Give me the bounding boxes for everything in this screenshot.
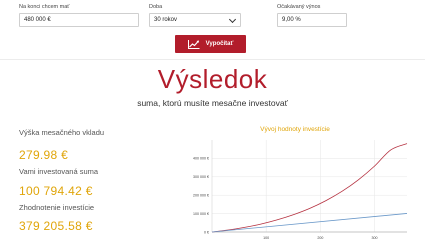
y-tick-label: 200 000 €: [193, 194, 209, 198]
x-tick-label: 200: [317, 236, 323, 240]
chart-trend-icon: [187, 40, 200, 49]
invested-amount-value: 100 794.42 €: [19, 184, 93, 198]
period-select[interactable]: 30 rokov: [149, 13, 241, 27]
series-line-1: [211, 213, 408, 233]
y-tick-label: 400 000 €: [193, 157, 209, 161]
period-field-group: Doba 30 rokov: [149, 4, 241, 27]
investment-growth-chart: Vývoj hodnoty investície 0 €100 000 €200…: [170, 120, 420, 245]
investment-gain-label: Zhodnotenie investície: [19, 203, 95, 212]
results-subtitle: suma, ktorú musíte mesačne investovať: [137, 98, 288, 108]
chevron-down-icon: [228, 15, 237, 24]
target-amount-label: Na konci chcem mať: [19, 4, 70, 10]
monthly-deposit-value: 279.98 €: [19, 148, 69, 162]
period-select-value: 30 rokov: [154, 17, 178, 23]
x-tick-label: 100: [263, 236, 269, 240]
y-tick-label: 300 000 €: [193, 175, 209, 179]
expected-return-label: Očakávaný výnos: [277, 4, 321, 10]
y-tick-label: 100 000 €: [193, 212, 209, 216]
target-amount-input[interactable]: 480 000 €: [19, 13, 139, 27]
monthly-deposit-label: Výška mesačného vkladu: [19, 128, 105, 137]
calculate-button[interactable]: Vypočítať: [175, 35, 246, 53]
calculator-form: Na konci chcem mať 480 000 € Doba 30 rok…: [0, 0, 425, 58]
return-field-group: Očakávaný výnos 9,00 %: [277, 4, 347, 27]
calculate-button-label: Vypočítať: [205, 41, 234, 47]
investment-gain-value: 379 205.58 €: [19, 219, 93, 233]
series-line-0: [211, 143, 408, 233]
chart-plot: 0 € 100 000 € 200 000 € 300 000 € 400 000 € 1…: [193, 140, 408, 240]
invested-amount-label: Vami investovaná suma: [19, 167, 99, 176]
period-label: Doba: [149, 4, 163, 10]
target-amount-field-group: Na konci chcem mať 480 000 €: [19, 4, 139, 27]
x-tick-label: 300: [372, 236, 378, 240]
section-divider: [0, 59, 425, 60]
results-title: Výsledok: [157, 64, 268, 94]
y-tick-label: 0 €: [204, 230, 209, 234]
expected-return-input[interactable]: 9,00 %: [277, 13, 347, 27]
